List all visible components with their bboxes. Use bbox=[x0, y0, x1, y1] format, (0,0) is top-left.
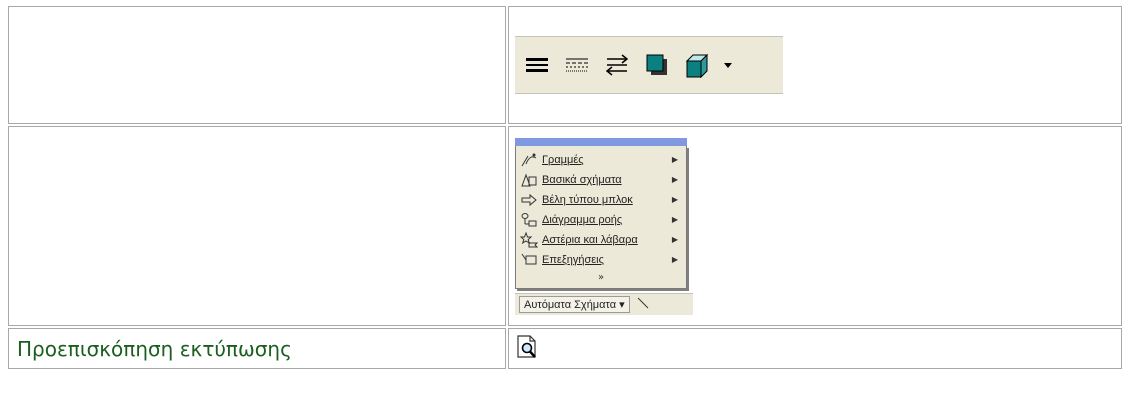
row1-left-cell bbox=[8, 6, 506, 124]
row2-left-cell bbox=[8, 126, 506, 326]
flowchart-icon bbox=[516, 212, 542, 228]
drawing-toolbar: Αυτόματα Σχήματα ▾ bbox=[515, 292, 693, 315]
print-preview-icon[interactable] bbox=[515, 334, 541, 360]
row3-left-cell: Προεπισκόπηση εκτύπωσης bbox=[8, 328, 506, 369]
line-style-icon[interactable] bbox=[523, 51, 551, 79]
menu-item-callouts[interactable]: Επεξηγήσεις ▶ bbox=[516, 250, 686, 270]
dropdown-arrow-icon[interactable] bbox=[723, 51, 733, 79]
arrow-style-icon[interactable] bbox=[603, 51, 631, 79]
row2-right-cell: Γραμμές ▶ Βασικά σχήματα ▶ Βέλη τύπου μπ… bbox=[508, 126, 1122, 326]
dash-style-icon[interactable] bbox=[563, 51, 591, 79]
menu-item-lines[interactable]: Γραμμές ▶ bbox=[516, 150, 686, 170]
menu-item-label: Βέλη τύπου μπλοκ bbox=[542, 193, 633, 206]
submenu-arrow-icon: ▶ bbox=[671, 255, 678, 264]
submenu-arrow-icon: ▶ bbox=[671, 155, 678, 164]
submenu-arrow-icon: ▶ bbox=[671, 235, 678, 244]
row1-left-label bbox=[9, 53, 17, 77]
menu-item-flowchart[interactable]: Διάγραμμα ροής ▶ bbox=[516, 210, 686, 230]
basic-shapes-icon bbox=[516, 172, 542, 188]
menu-item-stars-banners[interactable]: Αστέρια και λάβαρα ▶ bbox=[516, 230, 686, 250]
drawing-style-toolbar bbox=[515, 36, 783, 94]
menu-item-label: Γραμμές bbox=[542, 153, 584, 166]
row1-right-cell bbox=[508, 6, 1122, 124]
row2-left-label bbox=[9, 214, 17, 238]
table-row: Προεπισκόπηση εκτύπωσης bbox=[8, 328, 1122, 369]
reference-table: Γραμμές ▶ Βασικά σχήματα ▶ Βέλη τύπου μπ… bbox=[6, 4, 1124, 371]
menu-item-label: Διάγραμμα ροής bbox=[542, 213, 623, 226]
stars-banners-icon bbox=[516, 231, 542, 248]
menu-item-label: Βασικά σχήματα bbox=[542, 173, 622, 186]
autoshapes-menu: Γραμμές ▶ Βασικά σχήματα ▶ Βέλη τύπου μπ… bbox=[515, 145, 687, 289]
autoshapes-button[interactable]: Αυτόματα Σχήματα ▾ bbox=[519, 295, 630, 313]
menu-titlebar bbox=[515, 137, 687, 146]
print-preview-label: Προεπισκόπηση εκτύπωσης bbox=[17, 336, 292, 361]
row3-right-cell bbox=[508, 328, 1122, 369]
submenu-arrow-icon: ▶ bbox=[671, 215, 678, 224]
menu-item-basic-shapes[interactable]: Βασικά σχήματα ▶ bbox=[516, 170, 686, 190]
shadow-style-icon[interactable] bbox=[643, 51, 671, 79]
table-row bbox=[8, 6, 1122, 124]
menu-item-label: Επεξηγήσεις bbox=[542, 253, 604, 266]
callouts-icon bbox=[516, 252, 542, 268]
line-tool-icon[interactable] bbox=[636, 295, 650, 314]
table-row: Γραμμές ▶ Βασικά σχήματα ▶ Βέλη τύπου μπ… bbox=[8, 126, 1122, 326]
expand-menu-chevron-icon[interactable]: » bbox=[516, 270, 686, 286]
block-arrows-icon bbox=[516, 192, 542, 208]
3d-style-icon[interactable] bbox=[683, 51, 711, 79]
submenu-arrow-icon: ▶ bbox=[671, 175, 678, 184]
lines-icon bbox=[516, 152, 542, 168]
menu-item-label: Αστέρια και λάβαρα bbox=[542, 233, 638, 246]
submenu-arrow-icon: ▶ bbox=[671, 195, 678, 204]
menu-item-block-arrows[interactable]: Βέλη τύπου μπλοκ ▶ bbox=[516, 190, 686, 210]
autoshapes-menu-screenshot: Γραμμές ▶ Βασικά σχήματα ▶ Βέλη τύπου μπ… bbox=[515, 137, 693, 315]
